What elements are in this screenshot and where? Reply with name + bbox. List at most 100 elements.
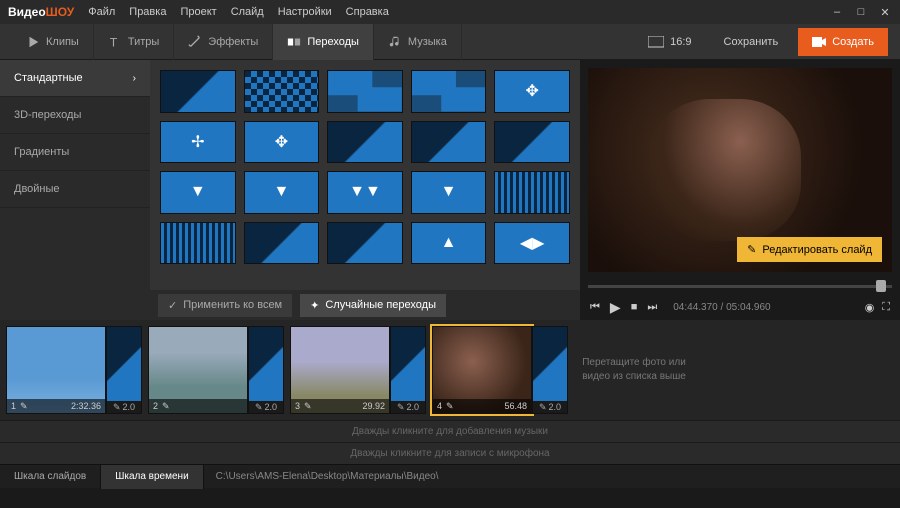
tab-transitions[interactable]: Переходы	[273, 24, 374, 60]
transition-mini[interactable]: ✎2.0	[106, 326, 142, 414]
tab-clips[interactable]: Клипы	[12, 24, 94, 60]
pencil-icon: ✎	[397, 402, 405, 413]
voice-track[interactable]: Дважды кликните для записи с микрофона	[0, 442, 900, 464]
pencil-icon: ✎	[255, 402, 263, 413]
scrubber[interactable]	[588, 280, 892, 294]
menu-project[interactable]: Проект	[180, 6, 216, 18]
transition-mini[interactable]: ✎2.0	[248, 326, 284, 414]
transition-icon	[287, 35, 301, 49]
transition-thumb[interactable]	[244, 222, 320, 265]
transition-thumb[interactable]: ▼▼	[327, 171, 403, 214]
menu-settings[interactable]: Настройки	[278, 6, 332, 18]
clip-thumb[interactable]: 1✎2:32.36	[6, 326, 106, 414]
transition-thumb[interactable]	[244, 70, 320, 113]
arrows-horiz-icon: ◀▶	[520, 233, 545, 253]
preview-video[interactable]: ✎Редактировать слайд	[588, 68, 892, 272]
create-button[interactable]: Создать	[798, 28, 888, 56]
transition-thumb[interactable]	[411, 121, 487, 164]
transition-thumb[interactable]	[327, 70, 403, 113]
transition-thumb[interactable]	[494, 171, 570, 214]
text-icon: T	[108, 35, 122, 49]
transition-thumb[interactable]: ◀▶	[494, 222, 570, 265]
transition-thumb[interactable]: ✢	[160, 121, 236, 164]
transitions-gallery: ✥ ✢ ✥ ▼ ▼ ▼▼ ▼ ▲ ◀▶ ✓Применить ко всем ✦…	[150, 60, 580, 320]
pencil-icon: ✎	[747, 243, 756, 256]
arrow-down-icon: ▼	[441, 183, 457, 201]
arrows-down-icon: ▼▼	[349, 183, 381, 201]
app-logo: ВидеоШОУ	[8, 5, 74, 19]
transition-thumb[interactable]	[160, 70, 236, 113]
next-button[interactable]: ⏭	[647, 301, 657, 314]
close-icon[interactable]: ✕	[878, 5, 892, 19]
arrows-out-icon: ✢	[191, 132, 204, 152]
pencil-icon: ✎	[162, 401, 170, 412]
pencil-icon: ✎	[539, 402, 547, 413]
svg-text:T: T	[110, 35, 118, 49]
arrow-down-icon: ▼	[190, 183, 206, 201]
pencil-icon: ✎	[304, 401, 312, 412]
transition-mini[interactable]: ✎2.0	[532, 326, 568, 414]
transition-thumb[interactable]: ▼	[244, 171, 320, 214]
transition-thumb[interactable]	[327, 222, 403, 265]
transition-thumb[interactable]	[494, 121, 570, 164]
pencil-icon: ✎	[113, 402, 121, 413]
stop-button[interactable]: ■	[631, 301, 638, 313]
clip-thumb[interactable]: 3✎29.92	[290, 326, 390, 414]
transition-thumb[interactable]	[160, 222, 236, 265]
scrub-handle[interactable]	[876, 280, 886, 292]
check-icon: ✓	[168, 299, 177, 312]
drop-hint: Перетащите фото или видео из списка выше	[574, 326, 694, 414]
transition-mini[interactable]: ✎2.0	[390, 326, 426, 414]
time-display: 04:44.370 / 05:04.960	[673, 302, 770, 313]
transition-thumb[interactable]: ✥	[244, 121, 320, 164]
music-icon	[388, 35, 402, 49]
clip-thumb[interactable]: 2✎	[148, 326, 248, 414]
move-icon: ✥	[525, 81, 538, 101]
clip-thumb[interactable]: 4✎56.48	[432, 326, 532, 414]
scale-slides-tab[interactable]: Шкала слайдов	[0, 465, 101, 489]
minimize-icon[interactable]: –	[830, 5, 844, 19]
scale-time-tab[interactable]: Шкала времени	[101, 465, 203, 489]
screen-icon	[648, 36, 664, 48]
transition-thumb[interactable]	[327, 121, 403, 164]
arrow-up-icon: ▲	[441, 234, 457, 252]
aspect-ratio[interactable]: 16:9	[636, 36, 703, 48]
play-button[interactable]: ▶	[610, 299, 621, 316]
timeline: 1✎2:32.36✎2.02✎✎2.03✎29.92✎2.04✎56.48✎2.…	[0, 320, 900, 420]
sidebar-item-3d[interactable]: 3D-переходы	[0, 97, 150, 134]
sidebar-item-standard[interactable]: Стандартные›	[0, 60, 150, 97]
tab-titles[interactable]: TТитры	[94, 24, 174, 60]
wand-icon: ✦	[310, 299, 319, 312]
pencil-icon: ✎	[20, 401, 28, 412]
maximize-icon[interactable]: □	[854, 5, 868, 19]
transition-thumb[interactable]: ✥	[494, 70, 570, 113]
wand-icon	[188, 35, 202, 49]
snapshot-button[interactable]: ◉	[865, 301, 875, 314]
transition-thumb[interactable]: ▲	[411, 222, 487, 265]
chevron-right-icon: ›	[133, 73, 136, 84]
save-button[interactable]: Сохранить	[712, 30, 791, 54]
music-track[interactable]: Дважды кликните для добавления музыки	[0, 420, 900, 442]
sidebar-item-double[interactable]: Двойные	[0, 171, 150, 208]
fullscreen-button[interactable]: ⛶	[882, 301, 890, 314]
path-display: C:\Users\AMS-Elena\Desktop\Материалы\Вид…	[204, 471, 451, 482]
transition-thumb[interactable]: ▼	[411, 171, 487, 214]
menu-edit[interactable]: Правка	[129, 6, 166, 18]
pencil-icon: ✎	[446, 401, 454, 412]
prev-button[interactable]: ⏮	[590, 301, 600, 314]
apply-all-button[interactable]: ✓Применить ко всем	[158, 294, 292, 317]
menu-slide[interactable]: Слайд	[231, 6, 264, 18]
tab-music[interactable]: Музыка	[374, 24, 462, 60]
category-sidebar: Стандартные› 3D-переходы Градиенты Двойн…	[0, 60, 150, 320]
edit-slide-button[interactable]: ✎Редактировать слайд	[737, 237, 882, 262]
tab-effects[interactable]: Эффекты	[174, 24, 273, 60]
random-transitions-button[interactable]: ✦Случайные переходы	[300, 294, 446, 317]
play-icon	[26, 35, 40, 49]
sidebar-item-gradients[interactable]: Градиенты	[0, 134, 150, 171]
arrow-down-icon: ▼	[273, 183, 289, 201]
camera-icon	[812, 36, 826, 48]
transition-thumb[interactable]: ▼	[160, 171, 236, 214]
menu-file[interactable]: Файл	[88, 6, 115, 18]
transition-thumb[interactable]	[411, 70, 487, 113]
menu-help[interactable]: Справка	[346, 6, 389, 18]
